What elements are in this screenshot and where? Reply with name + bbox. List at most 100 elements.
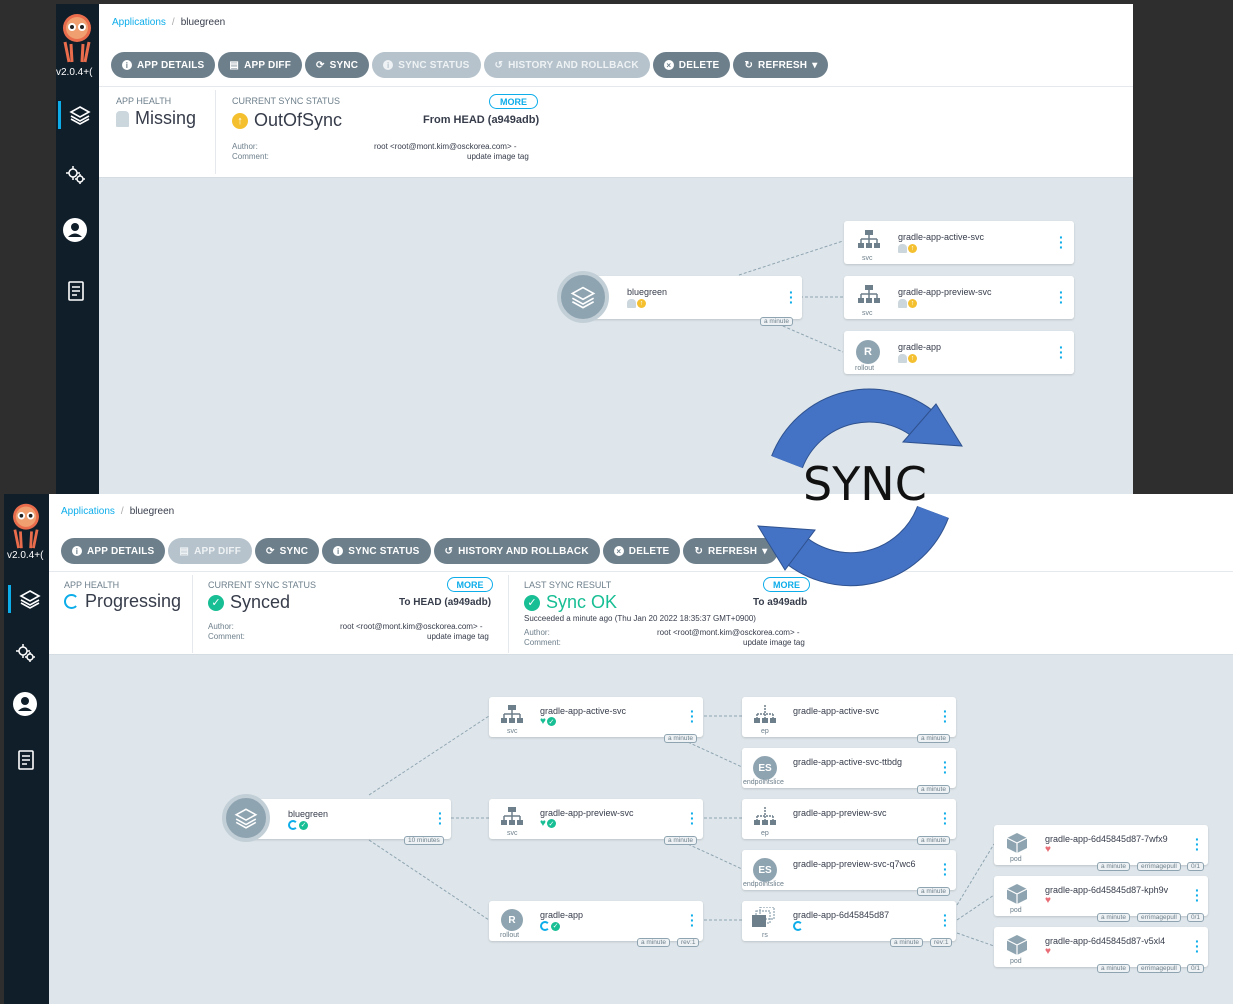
- node-menu-icon[interactable]: · · ·: [438, 806, 443, 830]
- argo-logo[interactable]: [59, 10, 95, 64]
- app-diff-button[interactable]: ▤ APP DIFF: [218, 52, 303, 78]
- delete-button[interactable]: × DELETE: [652, 52, 731, 78]
- node-menu-icon[interactable]: · · ·: [943, 704, 948, 728]
- tree-node-rollout[interactable]: R rollout gradle-app ✓ · · ·: [489, 901, 703, 941]
- app-details-button[interactable]: i APP DETAILS: [61, 538, 166, 564]
- node-menu-icon[interactable]: · · ·: [690, 908, 695, 932]
- comment-value: update image tag: [467, 152, 529, 161]
- sync-button[interactable]: ⟳ SYNC: [255, 538, 320, 564]
- settings-nav-icon[interactable]: [62, 161, 90, 189]
- comment-label: Comment:: [208, 632, 245, 641]
- node-menu-icon[interactable]: · · ·: [1195, 832, 1200, 856]
- sync-status-more-button[interactable]: MORE: [447, 577, 493, 592]
- user-nav-icon[interactable]: [61, 216, 89, 244]
- comment-label: Comment:: [524, 638, 561, 647]
- history-rollback-button[interactable]: ↺ HISTORY AND ROLLBACK: [483, 52, 650, 78]
- tree-node-pod[interactable]: pod gradle-app-6d45845d87-kph9v ♥ · · ·: [994, 876, 1208, 916]
- file-icon: ▤: [229, 59, 240, 71]
- tree-node-endpoints[interactable]: ep gradle-app-preview-svc · · ·: [742, 799, 956, 839]
- reason-tag: errimagepull: [1137, 964, 1181, 973]
- degraded-icon: ♥: [1045, 946, 1051, 957]
- tree-node-endpoints[interactable]: ep gradle-app-active-svc · · ·: [742, 697, 956, 737]
- sync-icon: ⟳: [266, 545, 275, 557]
- user-nav-icon[interactable]: [11, 690, 39, 718]
- tree-node-endpointslice[interactable]: ES endpointslice gradle-app-preview-svc-…: [742, 850, 956, 890]
- node-status-icons: ♥: [1045, 845, 1051, 855]
- node-menu-icon[interactable]: · · ·: [943, 755, 948, 779]
- tree-node-svc[interactable]: svc gradle-app-active-svc ♥ ✓ · · ·: [489, 697, 703, 737]
- tree-node-app[interactable]: bluegreen ✓ · · ·: [247, 799, 451, 839]
- node-menu-icon[interactable]: · · ·: [1059, 340, 1064, 364]
- app-diff-button[interactable]: ▤ APP DIFF: [168, 538, 253, 564]
- breadcrumb-current: bluegreen: [180, 17, 226, 28]
- node-menu-icon[interactable]: · · ·: [1059, 230, 1064, 254]
- tree-node-svc[interactable]: svc gradle-app-preview-svc ↑ · · ·: [844, 276, 1074, 319]
- endpoints-icon: [754, 807, 776, 825]
- argo-logo[interactable]: [8, 500, 44, 550]
- node-menu-icon[interactable]: · · ·: [943, 806, 948, 830]
- node-menu-icon[interactable]: · · ·: [1195, 883, 1200, 907]
- tree-node-app[interactable]: bluegreen ↑ · · ·: [580, 276, 802, 319]
- delete-icon: ×: [613, 546, 624, 556]
- comment-label: Comment:: [232, 152, 269, 161]
- tree-node-rollout[interactable]: R rollout gradle-app ↑ · · ·: [844, 331, 1074, 374]
- app-icon: [222, 794, 270, 842]
- missing-icon: [898, 244, 907, 253]
- docs-nav-icon[interactable]: [12, 746, 40, 774]
- info-icon: i: [72, 546, 82, 556]
- app-details-button[interactable]: i APP DETAILS: [111, 52, 216, 78]
- sync-status-button[interactable]: i SYNC STATUS: [372, 52, 481, 78]
- synced-icon: ✓: [551, 921, 560, 931]
- tree-node-pod[interactable]: pod gradle-app-6d45845d87-v5xl4 ♥ · · ·: [994, 927, 1208, 967]
- sync-status-label: CURRENT SYNC STATUS: [208, 580, 317, 590]
- settings-nav-icon[interactable]: [12, 639, 40, 667]
- sync-status-label: CURRENT SYNC STATUS: [232, 96, 341, 106]
- author-value: root <root@mont.kim@osckorea.com> -: [657, 628, 800, 637]
- ready-tag: 0/1: [1187, 964, 1205, 973]
- tree-node-replicaset[interactable]: rs gradle-app-6d45845d87 · · ·: [742, 901, 956, 941]
- tree-node-endpointslice[interactable]: ES endpointslice gradle-app-active-svc-t…: [742, 748, 956, 788]
- docs-nav-icon[interactable]: [62, 277, 90, 305]
- sync-status-button[interactable]: i SYNC STATUS: [322, 538, 431, 564]
- node-menu-icon[interactable]: · · ·: [789, 285, 794, 309]
- tree-node-pod[interactable]: pod gradle-app-6d45845d87-7wfx9 ♥ · · ·: [994, 825, 1208, 865]
- app-icon: [557, 271, 609, 323]
- breadcrumb-applications-link[interactable]: Applications: [112, 17, 166, 28]
- version-label: v2.0.4+(: [56, 67, 93, 78]
- delete-button[interactable]: × DELETE: [602, 538, 681, 564]
- node-status-icons: ↑: [898, 299, 917, 308]
- breadcrumb-separator: /: [120, 506, 124, 517]
- tree-node-svc[interactable]: svc gradle-app-preview-svc ♥ ✓ · · ·: [489, 799, 703, 839]
- sync-status-more-button[interactable]: MORE: [489, 94, 538, 109]
- synced-icon: ✓: [546, 819, 556, 828]
- node-status-icons: ♥: [1045, 896, 1051, 906]
- node-menu-icon[interactable]: · · ·: [690, 806, 695, 830]
- pod-icon: [1006, 935, 1028, 955]
- pod-icon: [1006, 884, 1028, 904]
- node-menu-icon[interactable]: · · ·: [1195, 934, 1200, 958]
- sync-button[interactable]: ⟳ SYNC: [305, 52, 370, 78]
- missing-icon: [898, 354, 907, 363]
- app-health-value: Missing: [116, 108, 196, 129]
- applications-nav-icon[interactable]: [8, 585, 48, 613]
- last-sync-value: ✓ Sync OK: [524, 592, 617, 613]
- history-icon: ↺: [494, 59, 504, 71]
- applications-nav-icon[interactable]: [58, 101, 98, 129]
- revision-tag: rev:1: [930, 938, 953, 947]
- node-menu-icon[interactable]: · · ·: [943, 908, 948, 932]
- breadcrumb-applications-link[interactable]: Applications: [61, 506, 115, 517]
- refresh-button[interactable]: ↻ REFRESH ▾: [733, 52, 829, 78]
- last-sync-succeeded: Succeeded a minute ago (Thu Jan 20 2022 …: [524, 614, 756, 623]
- history-rollback-button[interactable]: ↺ HISTORY AND ROLLBACK: [433, 538, 600, 564]
- sync-icon: ⟳: [316, 59, 325, 71]
- age-tag: a minute: [1097, 913, 1130, 922]
- revision-tag: rev:1: [677, 938, 700, 947]
- age-tag: a minute: [917, 887, 950, 896]
- node-menu-icon[interactable]: · · ·: [943, 857, 948, 881]
- author-label: Author:: [232, 142, 258, 151]
- node-menu-icon[interactable]: · · ·: [690, 704, 695, 728]
- tree-node-svc[interactable]: svc gradle-app-active-svc ↑ · · ·: [844, 221, 1074, 264]
- bottom-sidebar: v2.0.4+(: [4, 494, 49, 1004]
- out-of-sync-icon: ↑: [637, 299, 646, 308]
- node-menu-icon[interactable]: · · ·: [1059, 285, 1064, 309]
